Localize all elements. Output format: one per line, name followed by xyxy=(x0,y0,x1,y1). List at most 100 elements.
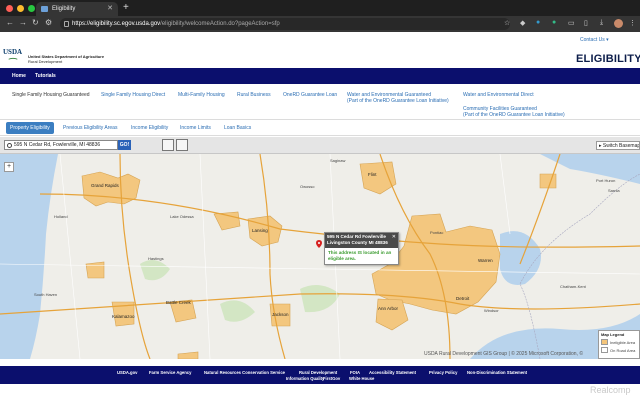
subnav-rural-business[interactable]: Rural Business xyxy=(237,92,271,98)
program-nav: Single Family Housing Guaranteed Single … xyxy=(0,84,640,120)
popup-close-icon[interactable]: ✕ xyxy=(392,234,396,240)
map-label-hastings: Hastings xyxy=(148,256,164,261)
footer-link-nrcs[interactable]: Natural Resources Conservation Service xyxy=(204,370,285,376)
map-label-owosso: Owosso xyxy=(300,184,315,189)
bottom-strip xyxy=(0,384,640,400)
department-name: United States Department of Agriculture … xyxy=(28,54,104,64)
zoom-in-button[interactable]: + xyxy=(4,162,14,172)
map-label-kalamazoo: Kalamazoo xyxy=(112,314,135,319)
popup-address-line2: Livingston County MI 48836 xyxy=(327,240,388,245)
legend-ineligible-label: Ineligible Area xyxy=(610,339,636,345)
bookmark-star-icon[interactable]: ☆ xyxy=(504,19,510,27)
footer-link-non-discrimination[interactable]: Non-Discrimination Statement xyxy=(467,370,527,376)
eligibility-map[interactable]: Grand Rapids Lansing Ann Arbor Detroit F… xyxy=(0,154,640,359)
legend-on-road-label: On Road Area xyxy=(610,347,636,353)
map-label-lake-odessa: Lake Odessa xyxy=(170,214,194,219)
subnav-sfh-direct[interactable]: Single Family Housing Direct xyxy=(101,92,165,98)
print-icon[interactable] xyxy=(176,139,188,151)
footer-link-accessibility[interactable]: Accessibility Statement xyxy=(369,370,416,376)
url-path: /eligibility/welcomeAction.do?pageAction… xyxy=(160,21,280,27)
nav-tutorials[interactable]: Tutorials xyxy=(35,68,56,84)
map-label-port-huron: Port Huron xyxy=(596,178,616,183)
footer-link-white-house[interactable]: White House xyxy=(349,376,374,382)
legend-row-on-road: On Road Area xyxy=(599,346,639,354)
cast-icon[interactable]: ▭ xyxy=(568,19,575,27)
tune-icon[interactable]: ⚙ xyxy=(45,18,52,27)
park-area xyxy=(140,260,170,281)
download-icon[interactable]: ⤓ xyxy=(600,19,603,27)
address-search-value: 595 N Cedar Rd, Fowlerville, MI 48836 xyxy=(14,142,101,148)
footer-link-firstgov[interactable]: FirstGov xyxy=(323,376,340,382)
tab-income-limits[interactable]: Income Limits xyxy=(180,122,211,134)
go-button[interactable]: GO! xyxy=(118,140,131,150)
address-bar-row: ← → ↻ ⚙ https://eligibility.sc.egov.usda… xyxy=(0,16,640,32)
footer-link-info-quality[interactable]: Information Quality xyxy=(286,376,324,382)
address-pin-icon[interactable] xyxy=(316,240,322,248)
tab-loan-basics[interactable]: Loan Basics xyxy=(224,122,251,134)
footer-link-privacy[interactable]: Privacy Policy xyxy=(429,370,457,376)
subnav-community-facilities-note[interactable]: (Part of the OneRD Guarantee Loan Initia… xyxy=(463,112,565,118)
map-label-chatham-kent: Chatham-Kent xyxy=(560,284,586,289)
browser-tab-bar: Eligibility ✕ + xyxy=(0,0,640,16)
map-legend: Map Legend Ineligible Area On Road Area xyxy=(598,330,640,359)
browser-tab[interactable]: Eligibility ✕ xyxy=(36,2,118,16)
map-label-warren: Warren xyxy=(478,258,493,263)
tab-property-eligibility[interactable]: Property Eligibility xyxy=(6,122,54,134)
contact-us-link[interactable]: Contact Us ▾ xyxy=(580,37,609,43)
reload-icon[interactable]: ↻ xyxy=(32,18,39,27)
extension-icon[interactable]: ◆ xyxy=(520,19,525,27)
tab-title: Eligibility xyxy=(52,6,76,12)
switch-basemap-button[interactable]: ▸ Switch Basemap xyxy=(596,141,640,150)
map-label-lansing: Lansing xyxy=(252,228,268,233)
back-icon[interactable]: ← xyxy=(6,18,14,27)
close-window-button[interactable] xyxy=(6,5,13,12)
subnav-water-guaranteed-note[interactable]: (Part of the OneRD Guarantee Loan Initia… xyxy=(347,98,449,104)
url-field[interactable]: https://eligibility.sc.egov.usda.gov/eli… xyxy=(60,18,510,30)
footer: USDA.gov Farm Service Agency Natural Res… xyxy=(0,366,640,384)
forward-icon[interactable]: → xyxy=(19,18,27,27)
subnav-multi-family[interactable]: Multi-Family Housing xyxy=(178,92,225,98)
eligibility-tabs: Property Eligibility Previous Eligibilit… xyxy=(0,120,640,136)
legend-row-ineligible: Ineligible Area xyxy=(599,338,639,346)
map-label-holland: Holland xyxy=(54,214,68,219)
eligibility-result: This address IS located in an eligible a… xyxy=(328,250,392,261)
subnav-onerd[interactable]: OneRD Guarantee Loan xyxy=(283,92,337,98)
translate-icon[interactable]: ● xyxy=(536,19,540,26)
maximize-window-button[interactable] xyxy=(28,5,35,12)
zoom-tool-icon[interactable] xyxy=(162,139,174,151)
new-tab-icon[interactable]: + xyxy=(123,2,129,13)
subnav-water-direct[interactable]: Water and Environmental Direct xyxy=(463,92,534,98)
menu-dots-icon[interactable]: ⋮ xyxy=(629,19,636,27)
sidebar-icon[interactable]: ▯ xyxy=(584,19,588,27)
lake-michigan xyxy=(0,154,58,359)
profile-avatar[interactable] xyxy=(614,19,623,28)
minimize-window-button[interactable] xyxy=(17,5,24,12)
lock-icon xyxy=(64,21,69,27)
window-controls xyxy=(6,5,35,12)
map-label-ann-arbor: Ann Arbor xyxy=(378,306,399,311)
tab-previous-eligibility[interactable]: Previous Eligibility Areas xyxy=(63,122,117,134)
park-area xyxy=(220,300,255,322)
map-label-grand-rapids: Grand Rapids xyxy=(91,183,119,188)
footer-link-usda[interactable]: USDA.gov xyxy=(117,370,137,376)
map-label-jackson: Jackson xyxy=(272,312,289,317)
usda-favicon-icon xyxy=(41,6,48,12)
map-label-battle-creek: Battle Creek xyxy=(166,300,191,305)
park-area xyxy=(300,285,340,313)
footer-link-fsa[interactable]: Farm Service Agency xyxy=(149,370,191,376)
map-label-saginaw: Saginaw xyxy=(330,158,346,163)
usda-logo[interactable]: USDA xyxy=(3,48,22,56)
usda-logo-swoosh-icon xyxy=(8,57,18,60)
map-label-flint: Flint xyxy=(368,172,377,177)
tab-close-icon[interactable]: ✕ xyxy=(107,2,113,16)
address-search-input[interactable]: 595 N Cedar Rd, Fowlerville, MI 48836 xyxy=(4,140,118,150)
map-label-sarnia: Sarnia xyxy=(608,188,620,193)
extension-2-icon[interactable]: ● xyxy=(552,19,556,26)
nav-home[interactable]: Home xyxy=(12,68,26,84)
popup-header: 595 N Cedar Rd Fowlerville Livingston Co… xyxy=(325,233,398,248)
search-icon xyxy=(7,143,12,148)
subnav-sfh-guaranteed[interactable]: Single Family Housing Guaranteed xyxy=(12,92,90,98)
tab-income-eligibility[interactable]: Income Eligibility xyxy=(131,122,168,134)
address-popup: 595 N Cedar Rd Fowlerville Livingston Co… xyxy=(324,232,399,265)
on-road-swatch-icon xyxy=(601,347,608,353)
